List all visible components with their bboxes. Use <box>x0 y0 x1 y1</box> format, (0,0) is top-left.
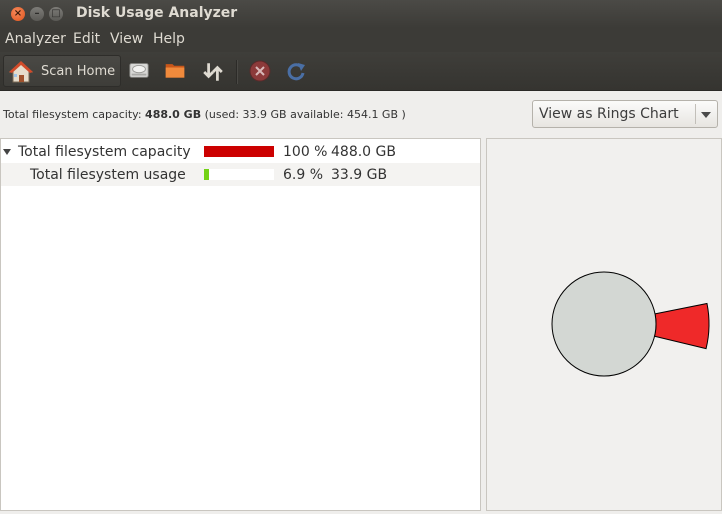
maximize-window-button[interactable]: □ <box>49 7 63 21</box>
filesystem-capacity-text: Total filesystem capacity: 488.0 GB (use… <box>3 108 406 121</box>
toolbar-separator <box>236 60 237 84</box>
scan-filesystem-icon[interactable] <box>128 59 150 81</box>
view-mode-value: View as Rings Chart <box>539 106 679 122</box>
menu-edit[interactable]: Edit <box>73 31 100 47</box>
menu-analyzer[interactable]: Analyzer <box>5 31 66 47</box>
usage-bar-fill <box>204 169 209 180</box>
window-title: Disk Usage Analyzer <box>76 5 238 21</box>
menu-help[interactable]: Help <box>153 31 185 47</box>
capacity-value: 488.0 GB <box>145 108 202 121</box>
refresh-icon[interactable] <box>285 60 307 82</box>
row-name: Total filesystem usage <box>30 167 186 183</box>
toolbar: Scan Home <box>0 52 722 91</box>
scan-home-label: Scan Home <box>41 64 116 79</box>
info-bar: Total filesystem capacity: 488.0 GB (use… <box>0 91 722 137</box>
title-bar: × – □ Disk Usage Analyzer <box>0 0 722 28</box>
view-mode-select[interactable]: View as Rings Chart <box>532 100 718 128</box>
menu-bar: Analyzer Edit View Help <box>0 28 722 52</box>
tree-row-capacity[interactable]: Total filesystem capacity 100 % 488.0 GB <box>1 140 480 163</box>
capacity-details: (used: 33.9 GB available: 454.1 GB ) <box>201 108 406 121</box>
capacity-prefix: Total filesystem capacity: <box>3 108 146 121</box>
rings-chart-pane[interactable] <box>486 138 722 511</box>
stop-icon[interactable] <box>249 60 271 82</box>
chevron-down-icon <box>701 112 711 118</box>
scan-remote-icon[interactable] <box>202 61 224 83</box>
ring-center[interactable] <box>551 271 657 377</box>
minimize-window-button[interactable]: – <box>30 7 44 21</box>
row-size: 33.9 GB <box>331 167 388 183</box>
ring-segment-usage[interactable] <box>653 302 710 350</box>
select-divider <box>695 104 696 124</box>
row-percent: 6.9 % <box>283 167 324 183</box>
menu-view[interactable]: View <box>110 31 143 47</box>
home-icon <box>9 61 33 83</box>
usage-tree[interactable]: Total filesystem capacity 100 % 488.0 GB… <box>0 138 481 511</box>
row-percent: 100 % <box>283 144 328 160</box>
row-size: 488.0 GB <box>331 144 396 160</box>
expander-down-icon[interactable] <box>3 149 11 155</box>
close-window-button[interactable]: × <box>11 7 25 21</box>
usage-bar-fill <box>204 146 274 157</box>
usage-bar <box>204 146 274 157</box>
rings-chart[interactable] <box>487 139 721 510</box>
tree-row-usage[interactable]: Total filesystem usage 6.9 % 33.9 GB <box>1 163 480 186</box>
scan-home-button[interactable]: Scan Home <box>3 55 121 87</box>
row-name: Total filesystem capacity <box>18 144 191 160</box>
usage-bar <box>204 169 274 180</box>
scan-folder-icon[interactable] <box>164 59 186 81</box>
